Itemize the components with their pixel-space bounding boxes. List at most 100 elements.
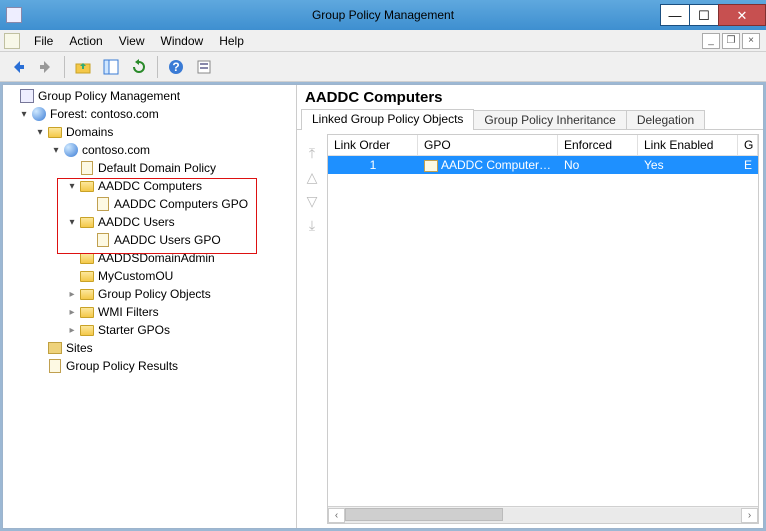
move-down-button[interactable]: ▽ <box>303 192 321 210</box>
col-enforced[interactable]: Enforced <box>558 135 638 155</box>
tree-aaddc-users[interactable]: AADDC Users <box>3 213 296 231</box>
results-icon <box>49 359 61 373</box>
tree-sites[interactable]: Sites <box>3 339 296 357</box>
tree-aadds-admin-label: AADDSDomainAdmin <box>98 251 215 265</box>
tree-forest-label: Forest: contoso.com <box>50 107 159 121</box>
show-hide-tree-button[interactable] <box>99 55 123 79</box>
move-bottom-button[interactable]: ⤓ <box>303 216 321 234</box>
tree-starter-gpos[interactable]: Starter GPOs <box>3 321 296 339</box>
tab-delegation[interactable]: Delegation <box>626 110 705 129</box>
col-gpo[interactable]: GPO <box>418 135 558 155</box>
tree-root[interactable]: Group Policy Management <box>3 87 296 105</box>
tree-sites-label: Sites <box>66 341 93 355</box>
tree-forest[interactable]: Forest: contoso.com <box>3 105 296 123</box>
maximize-button[interactable]: ☐ <box>689 4 719 26</box>
menu-help[interactable]: Help <box>211 32 252 50</box>
tree-domain-contoso[interactable]: contoso.com <box>3 141 296 159</box>
grid-body[interactable]: 1 AADDC Computers ... No Yes E <box>328 156 758 506</box>
tree-aaddc-users-gpo-label: AADDC Users GPO <box>114 233 221 247</box>
gpo-link-icon <box>97 197 109 211</box>
mdi-close-button[interactable]: × <box>742 33 760 49</box>
mdi-restore-button[interactable]: ❐ <box>722 33 740 49</box>
tree-customou-label: MyCustomOU <box>98 269 173 283</box>
tab-inheritance[interactable]: Group Policy Inheritance <box>473 110 626 129</box>
gpo-link-icon <box>424 160 438 172</box>
forward-button[interactable] <box>34 55 58 79</box>
tree-gpobjects-label: Group Policy Objects <box>98 287 211 301</box>
mmc-icon <box>20 89 34 103</box>
tree-wmi-filters[interactable]: WMI Filters <box>3 303 296 321</box>
tree-group-policy-objects[interactable]: Group Policy Objects <box>3 285 296 303</box>
menu-file[interactable]: File <box>26 32 61 50</box>
col-gpo-status[interactable]: G <box>738 135 758 155</box>
scroll-right-button[interactable]: › <box>741 508 758 523</box>
back-button[interactable] <box>6 55 30 79</box>
grid-header: Link Order GPO Enforced Link Enabled G <box>328 135 758 156</box>
close-button[interactable]: ✕ <box>718 4 766 26</box>
tab-content: ⤒ △ ▽ ⤓ Link Order GPO Enforced Link Ena… <box>297 130 763 528</box>
refresh-button[interactable] <box>127 55 151 79</box>
folder-icon <box>80 325 94 336</box>
move-up-button[interactable]: △ <box>303 168 321 186</box>
tree-gpresults-label: Group Policy Results <box>66 359 178 373</box>
menu-action[interactable]: Action <box>61 32 110 50</box>
cell-enforced: No <box>558 156 638 174</box>
scroll-thumb[interactable] <box>345 508 503 521</box>
scroll-left-button[interactable]: ‹ <box>328 508 345 523</box>
tree-group-policy-results[interactable]: Group Policy Results <box>3 357 296 375</box>
window-title: Group Policy Management <box>0 8 766 22</box>
detail-tabstrip: Linked Group Policy Objects Group Policy… <box>297 108 763 130</box>
svg-text:?: ? <box>172 60 179 74</box>
gpo-link-icon <box>97 233 109 247</box>
tree-starter-label: Starter GPOs <box>98 323 170 337</box>
domain-icon <box>64 143 78 157</box>
tree-aaddc-users-gpo[interactable]: AADDC Users GPO <box>3 231 296 249</box>
domains-icon <box>48 127 62 138</box>
mmc-document-icon <box>4 33 20 49</box>
col-link-order[interactable]: Link Order <box>328 135 418 155</box>
horizontal-scrollbar[interactable]: ‹ › <box>328 506 758 523</box>
folder-icon <box>80 307 94 318</box>
tree-domain-label: contoso.com <box>82 143 150 157</box>
tab-linked-gpos[interactable]: Linked Group Policy Objects <box>301 109 474 130</box>
tree-aaddc-computers-gpo-label: AADDC Computers GPO <box>114 197 248 211</box>
tree-default-policy-label: Default Domain Policy <box>98 161 216 175</box>
help-button[interactable]: ? <box>164 55 188 79</box>
menu-view[interactable]: View <box>111 32 153 50</box>
tree-aaddc-computers-label: AADDC Computers <box>98 179 202 193</box>
up-folder-button[interactable] <box>71 55 95 79</box>
tree-root-label: Group Policy Management <box>38 89 180 103</box>
tree-domains-label: Domains <box>66 125 113 139</box>
tree-my-custom-ou[interactable]: MyCustomOU <box>3 267 296 285</box>
tree-aaddc-computers[interactable]: AADDC Computers <box>3 177 296 195</box>
forest-icon <box>32 107 46 121</box>
toolbar: ? <box>0 52 766 82</box>
link-order-controls: ⤒ △ ▽ ⤓ <box>301 134 323 524</box>
cell-link-enabled: Yes <box>638 156 738 174</box>
ou-icon <box>80 181 94 192</box>
app-icon <box>6 7 22 23</box>
col-link-enabled[interactable]: Link Enabled <box>638 135 738 155</box>
folder-icon <box>80 289 94 300</box>
move-top-button[interactable]: ⤒ <box>303 144 321 162</box>
ou-icon <box>80 271 94 282</box>
title-bar: Group Policy Management — ☐ ✕ <box>0 0 766 30</box>
detail-heading: AADDC Computers <box>297 85 763 108</box>
ou-icon <box>80 253 94 264</box>
scroll-track[interactable] <box>345 508 741 523</box>
tree-aadds-domain-admin[interactable]: AADDSDomainAdmin <box>3 249 296 267</box>
tree-aaddc-computers-gpo[interactable]: AADDC Computers GPO <box>3 195 296 213</box>
console-tree[interactable]: Group Policy Management Forest: contoso.… <box>3 85 297 528</box>
tree-default-domain-policy[interactable]: Default Domain Policy <box>3 159 296 177</box>
detail-pane: AADDC Computers Linked Group Policy Obje… <box>297 85 763 528</box>
grid-row-selected[interactable]: 1 AADDC Computers ... No Yes E <box>328 156 758 174</box>
minimize-button[interactable]: — <box>660 4 690 26</box>
mdi-minimize-button[interactable]: _ <box>702 33 720 49</box>
menu-window[interactable]: Window <box>153 32 212 50</box>
client-area: Group Policy Management Forest: contoso.… <box>2 84 764 529</box>
options-button[interactable] <box>192 55 216 79</box>
tree-domains[interactable]: Domains <box>3 123 296 141</box>
tree-wmi-label: WMI Filters <box>98 305 159 319</box>
cell-gpo: AADDC Computers ... <box>418 156 558 174</box>
cell-gpo-status: E <box>738 156 758 174</box>
